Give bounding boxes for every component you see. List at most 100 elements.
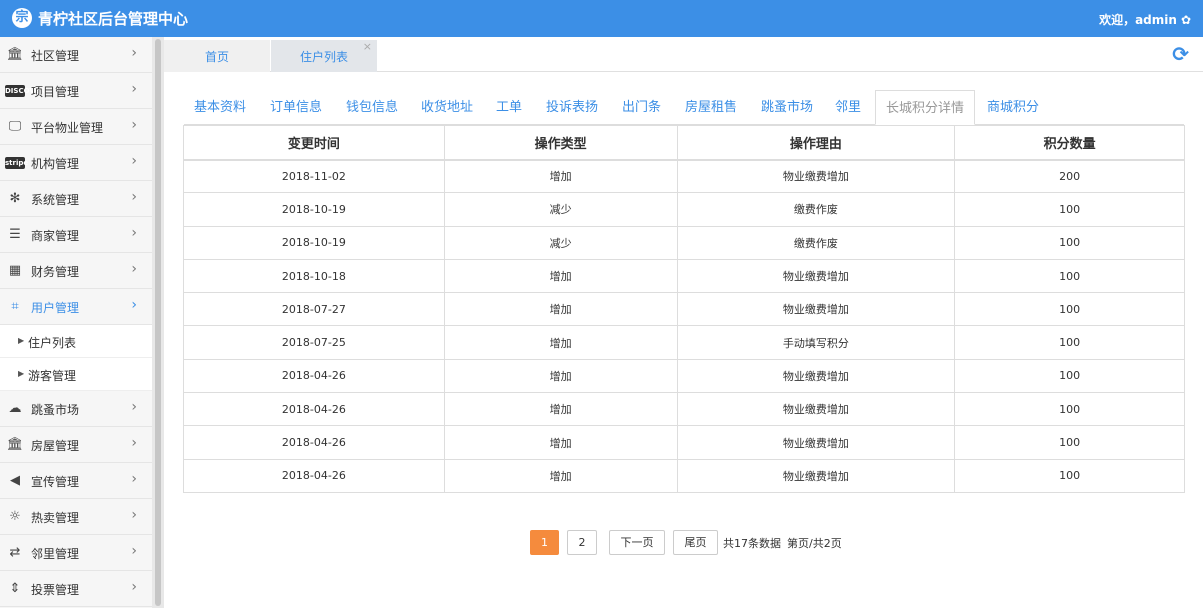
table-cell: 缴费作废 — [676, 192, 956, 227]
table-cell: 100 — [954, 325, 1185, 360]
next-page-button[interactable]: 下一页 — [609, 530, 665, 555]
points-table: 变更时间 操作类型 操作理由 积分数量 2018-11-02 增加 物业缴费增加 200 20… — [183, 125, 1185, 493]
table-row: 2018-10-19 减少 缴费作废 100 — [183, 225, 1185, 260]
column-header: 变更时间 — [183, 125, 445, 161]
close-icon[interactable]: × — [363, 30, 372, 64]
app-title: 青柠社区后台管理中心 — [38, 10, 189, 28]
table-cell: 100 — [954, 358, 1185, 394]
sidebar: 🏛 社区管理 › DISCOVER 项目管理 › 🖵 平台物业管理 › stripe 机构管理 › ✻ 系… — [0, 37, 152, 608]
crop-icon: ⌗ — [11, 299, 19, 314]
sidebar-item-promo[interactable]: ◀ 宣传管理 › — [0, 463, 152, 499]
page-1-button[interactable]: 1 — [530, 530, 559, 555]
table-cell: 2018-04-26 — [183, 425, 445, 460]
table-cell: 100 — [954, 292, 1185, 327]
sidebar-item-label: 社区管理 — [31, 49, 80, 63]
table-cell: 100 — [954, 392, 1185, 427]
table-row: 2018-04-26 增加 物业缴费增加 100 — [183, 358, 1185, 394]
table-cell: 2018-10-18 — [183, 258, 445, 294]
cloud-icon: ☁ — [8, 401, 22, 416]
chevron-right-icon: › — [131, 399, 137, 415]
last-page-button[interactable]: 尾页 — [673, 530, 718, 555]
tab-flea-market[interactable]: 跳蚤市场 — [761, 90, 813, 125]
refresh-icon[interactable]: ⟳ — [1172, 42, 1189, 66]
sidebar-item-user[interactable]: ⌗ 用户管理 › — [0, 289, 152, 325]
column-header: 操作理由 — [676, 125, 956, 161]
tab-house-rent-sale[interactable]: 房屋租售 — [685, 90, 737, 125]
tab-shipping-address[interactable]: 收货地址 — [421, 90, 473, 125]
scrollbar-thumb[interactable] — [155, 39, 161, 606]
sidebar-item-label: 商家管理 — [31, 229, 80, 243]
table-row: 2018-07-27 增加 物业缴费增加 100 — [183, 292, 1185, 327]
tab-basic-info[interactable]: 基本资料 — [194, 90, 246, 125]
table-cell: 100 — [954, 192, 1185, 227]
table-row: 2018-11-02 增加 物业缴费增加 200 — [183, 158, 1185, 194]
tab-exit-pass[interactable]: 出门条 — [622, 90, 661, 125]
table-cell: 缴费作废 — [676, 225, 956, 260]
gear-icon[interactable]: ✿ — [1181, 13, 1191, 27]
tab-work-order[interactable]: 工单 — [496, 90, 522, 125]
table-cell: 2018-10-19 — [183, 225, 445, 260]
sidebar-item-label: 项目管理 — [31, 85, 80, 99]
table-cell: 100 — [954, 258, 1185, 294]
tab-order-info[interactable]: 订单信息 — [270, 90, 322, 125]
total-count: 共17条数据 — [723, 537, 781, 550]
table-cell: 物业缴费增加 — [676, 158, 956, 194]
tab-complaint-praise[interactable]: 投诉表扬 — [546, 90, 598, 125]
sidebar-item-finance[interactable]: ▦ 财务管理 › — [0, 253, 152, 289]
table-cell: 物业缴费增加 — [676, 258, 956, 294]
sidebar-subitem-resident-list[interactable]: ▶ 住户列表 — [0, 325, 152, 358]
bank-icon: 🏛 — [6, 47, 24, 62]
sidebar-item-system[interactable]: ✻ 系统管理 › — [0, 181, 152, 217]
tab-home[interactable]: 首页 — [164, 40, 270, 72]
welcome-text: 欢迎，admin — [1099, 13, 1177, 27]
table-cell: 增加 — [443, 158, 678, 194]
tab-mall-points[interactable]: 商城积分 — [987, 90, 1039, 125]
table-row: 2018-04-26 增加 物业缴费增加 100 — [183, 425, 1185, 460]
sidebar-item-project[interactable]: DISCOVER 项目管理 › — [0, 73, 152, 109]
user-menu[interactable]: 欢迎，admin ✿ — [1099, 11, 1191, 28]
main-content: 基本资料 订单信息 钱包信息 收货地址 工单 投诉表扬 出门条 房屋租售 跳蚤市场 邻里 长城积分详… — [164, 72, 1203, 608]
volume-icon: ◀ — [10, 473, 20, 488]
chevron-right-icon: › — [131, 435, 137, 451]
discover-card-icon: DISCOVER — [5, 85, 45, 97]
table-cell: 物业缴费增加 — [676, 358, 956, 394]
sidebar-subitem-visitor[interactable]: ▶ 游客管理 — [0, 358, 152, 391]
yelp-icon: ✻ — [9, 191, 21, 206]
table-cell: 增加 — [443, 392, 678, 427]
table-cell: 物业缴费增加 — [676, 458, 956, 493]
sidebar-item-merchant[interactable]: ☰ 商家管理 › — [0, 217, 152, 253]
sidebar-item-hot[interactable]: ☼ 热卖管理 › — [0, 499, 152, 535]
chevron-right-icon: › — [131, 579, 137, 595]
chevron-right-icon: › — [131, 261, 137, 277]
sidebar-item-neighbor[interactable]: ⇄ 邻里管理 › — [0, 535, 152, 571]
sidebar-item-label: 投票管理 — [31, 583, 80, 597]
table-cell: 100 — [954, 458, 1185, 493]
table-cell: 2018-04-26 — [183, 458, 445, 493]
tab-greatwall-points[interactable]: 长城积分详情 — [875, 90, 976, 125]
sidebar-scrollbar[interactable] — [152, 37, 164, 608]
bank-icon: 🏛 — [6, 437, 24, 452]
sidebar-item-vote[interactable]: ⇕ 投票管理 › — [0, 571, 152, 607]
chevron-right-icon: › — [131, 297, 137, 313]
chevron-right-icon: › — [131, 81, 137, 97]
sidebar-item-label: 系统管理 — [31, 193, 80, 207]
sidebar-item-community[interactable]: 🏛 社区管理 › — [0, 37, 152, 73]
sidebar-item-house[interactable]: 🏛 房屋管理 › — [0, 427, 152, 463]
table-cell: 2018-11-02 — [183, 158, 445, 194]
sidebar-item-flea[interactable]: ☁ 跳蚤市场 › — [0, 391, 152, 427]
sidebar-item-org[interactable]: stripe 机构管理 › — [0, 145, 152, 181]
page-2-button[interactable]: 2 — [567, 530, 597, 555]
chevron-right-icon: › — [131, 543, 137, 559]
sidebar-item-property[interactable]: 🖵 平台物业管理 › — [0, 109, 152, 145]
top-bar: 宗 青柠社区后台管理中心 欢迎，admin ✿ — [0, 0, 1203, 37]
tab-resident-list[interactable]: 住户列表 × — [271, 40, 377, 72]
page-info: 第页/共2页 — [787, 537, 842, 550]
tab-wallet-info[interactable]: 钱包信息 — [346, 90, 398, 125]
page-tabs-bar: 首页 住户列表 × ⟳ — [164, 37, 1203, 72]
sun-icon: ☼ — [9, 509, 21, 524]
table-cell: 100 — [954, 425, 1185, 460]
tab-neighbor[interactable]: 邻里 — [835, 90, 861, 125]
sidebar-item-label: 财务管理 — [31, 265, 80, 279]
chevron-right-icon: › — [131, 507, 137, 523]
logo-icon: 宗 — [12, 8, 32, 28]
